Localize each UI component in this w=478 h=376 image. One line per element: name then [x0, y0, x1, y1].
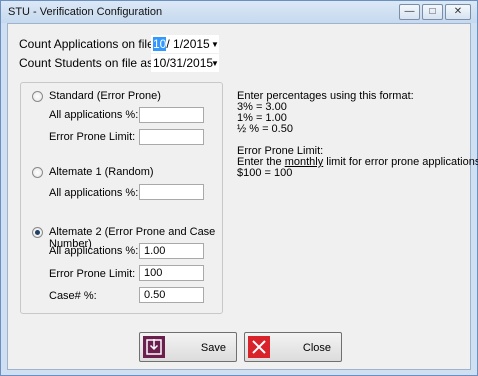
- standard-radio-label: Standard (Error Prone): [49, 90, 161, 102]
- alt2-case-label: Case# %:: [49, 290, 97, 302]
- students-date-label: Count Students on file as of:: [19, 56, 170, 70]
- minimize-button[interactable]: —: [399, 4, 420, 20]
- alt2-all-apps-input[interactable]: 1.00: [139, 243, 204, 259]
- close-icon: ✕: [453, 6, 463, 17]
- dialog-body: Count Applications on file as of: 10/ 1/…: [7, 23, 478, 370]
- save-button-label: Save: [200, 342, 226, 354]
- close-window-button[interactable]: ✕: [445, 4, 471, 20]
- instruction-line: ½ % = 0.50: [237, 123, 293, 135]
- alt2-error-prone-input[interactable]: 100: [139, 265, 204, 281]
- students-date-dropdown-icon[interactable]: ▼: [209, 54, 221, 72]
- students-date-value: 10/31/2015: [153, 56, 214, 70]
- alt2-all-apps-label: All applications %:: [49, 245, 139, 257]
- applications-date-month: 10: [153, 37, 167, 51]
- alt2-error-prone-label: Error Prone Limit:: [49, 268, 136, 280]
- alt1-all-apps-input[interactable]: [139, 184, 204, 200]
- title-bar[interactable]: STU - Verification Configuration — □ ✕: [1, 1, 477, 23]
- close-button[interactable]: Close: [244, 332, 342, 362]
- standard-error-prone-label: Error Prone Limit:: [49, 131, 136, 143]
- standard-radio[interactable]: [32, 91, 43, 102]
- alt1-radio[interactable]: [32, 167, 43, 178]
- applications-date-dropdown-icon[interactable]: ▼: [209, 35, 221, 53]
- standard-error-prone-input[interactable]: [139, 129, 204, 145]
- window-controls: — □ ✕: [397, 4, 471, 20]
- verification-config-window: STU - Verification Configuration — □ ✕ C…: [0, 0, 478, 376]
- window-title: STU - Verification Configuration: [8, 6, 163, 18]
- format-instructions: Enter percentages using this format: 3% …: [237, 91, 478, 179]
- applications-date-rest: / 1/2015: [166, 37, 210, 51]
- maximize-button[interactable]: □: [422, 4, 443, 20]
- instruction-line: $100 = 100: [237, 167, 293, 179]
- maximize-icon: □: [429, 6, 436, 17]
- alt2-case-input[interactable]: 0.50: [139, 287, 204, 303]
- alt1-all-apps-label: All applications %:: [49, 187, 139, 199]
- instruction-text: limit for error prone applications.: [323, 156, 478, 168]
- close-button-label: Close: [302, 342, 331, 354]
- close-x-icon: [248, 336, 270, 358]
- minimize-icon: —: [404, 6, 415, 17]
- alt1-radio-label: Altemate 1 (Random): [49, 166, 154, 178]
- standard-all-apps-label: All applications %:: [49, 109, 139, 121]
- save-button[interactable]: Save: [139, 332, 237, 362]
- alt2-radio[interactable]: [32, 227, 43, 238]
- standard-all-apps-input[interactable]: [139, 107, 204, 123]
- save-icon: [143, 336, 165, 358]
- verification-options-group: Standard (Error Prone) All applications …: [20, 82, 223, 314]
